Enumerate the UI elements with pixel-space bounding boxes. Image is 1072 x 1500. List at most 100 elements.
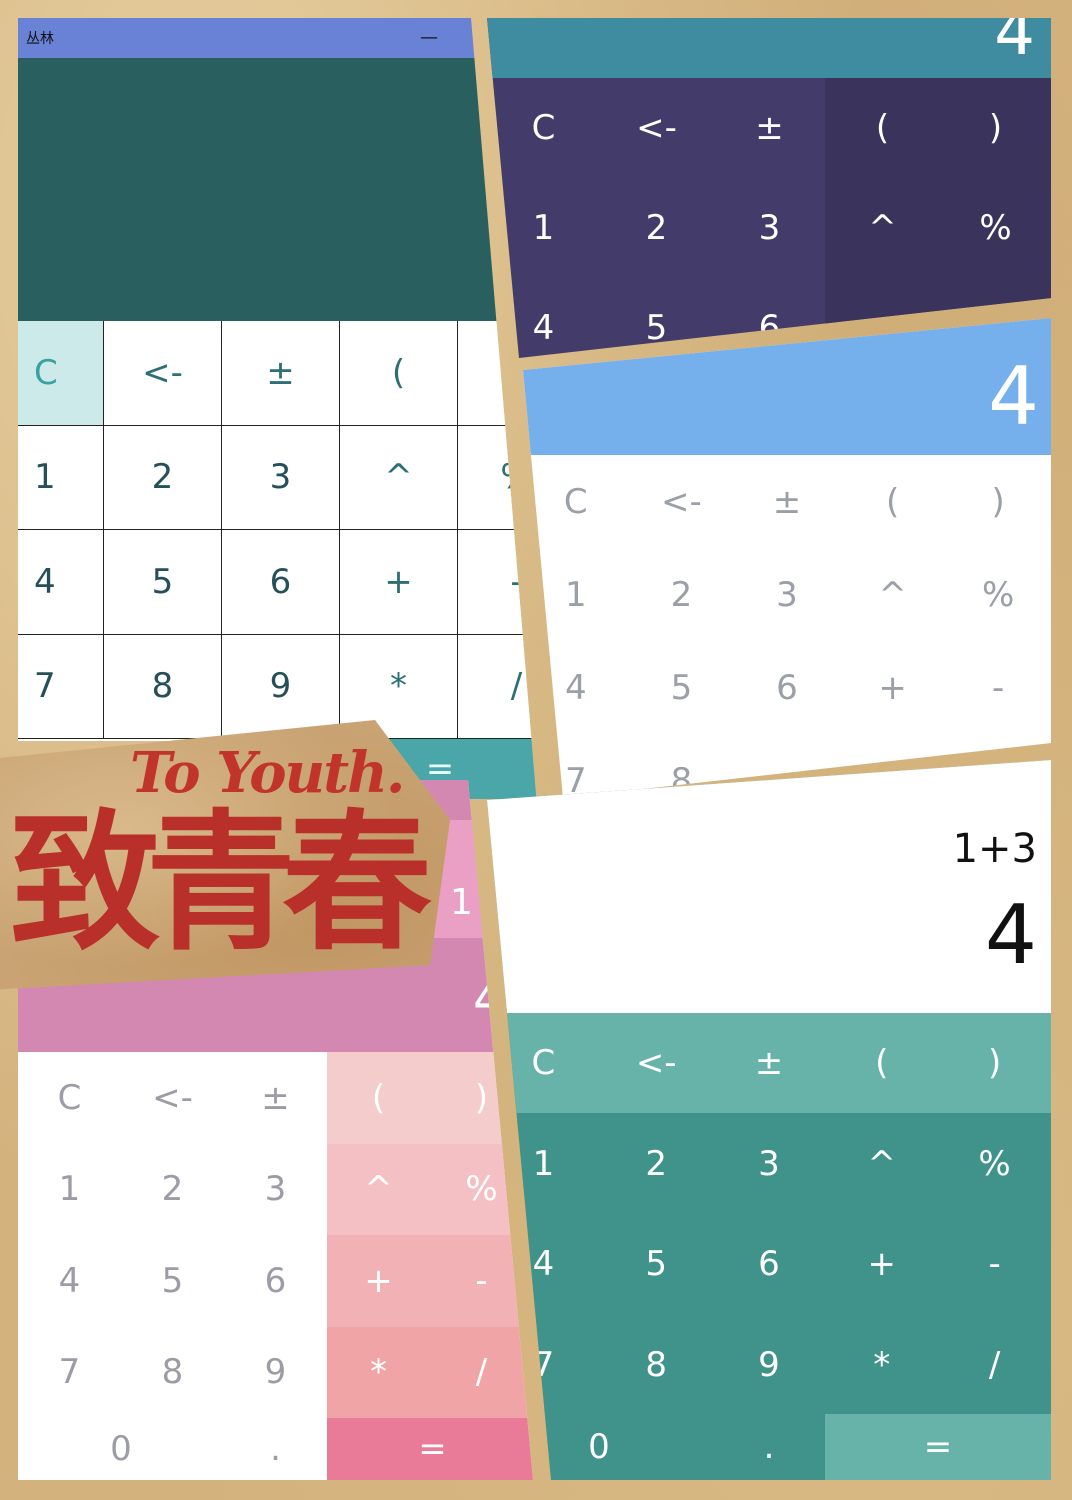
digit-1-button[interactable]: 1 — [18, 1144, 121, 1236]
backspace-button[interactable]: <- — [600, 1013, 713, 1114]
minus-button[interactable]: - — [938, 1214, 1051, 1315]
clear-button[interactable]: C — [18, 321, 104, 426]
digit-5-button[interactable]: 5 — [600, 1214, 713, 1315]
plus-button[interactable]: + — [327, 1235, 430, 1327]
open-paren-button[interactable]: ( — [340, 321, 458, 426]
digit-6-button[interactable]: 6 — [734, 641, 840, 734]
clear-button[interactable]: C — [523, 455, 629, 548]
power-button[interactable]: ^ — [327, 1144, 430, 1236]
key-label: ± — [261, 1077, 290, 1118]
digit-3-button[interactable]: 3 — [734, 548, 840, 641]
decimal-button[interactable]: . — [224, 1418, 327, 1480]
digit-0-button[interactable]: 0 — [18, 1418, 224, 1480]
equals-button[interactable]: = — [327, 1418, 533, 1480]
key-label: . — [270, 1429, 281, 1469]
negate-button[interactable]: ± — [222, 321, 340, 426]
clear-button[interactable]: C — [18, 1052, 121, 1144]
digit-2-button[interactable]: 2 — [121, 1144, 224, 1236]
backspace-button[interactable]: <- — [629, 455, 735, 548]
negate-button[interactable]: ± — [713, 1013, 826, 1114]
minus-button[interactable]: - — [430, 1235, 533, 1327]
percent-button[interactable]: % — [430, 1144, 533, 1236]
close-paren-button[interactable]: ) — [938, 1013, 1051, 1114]
power-button[interactable]: ^ — [825, 1114, 938, 1215]
digit-0-button[interactable]: 0 — [543, 1414, 655, 1480]
negate-button[interactable]: ± — [224, 1052, 327, 1144]
digit-4-button[interactable]: 4 — [18, 530, 104, 635]
digit-1-button[interactable]: 1 — [18, 425, 104, 530]
plus-button[interactable]: + — [825, 1214, 938, 1315]
digit-5-button[interactable]: 5 — [104, 530, 222, 635]
digit-2-button[interactable]: 2 — [629, 548, 735, 641]
digit-9-button[interactable]: 9 — [224, 1327, 327, 1419]
power-button[interactable]: ^ — [826, 178, 939, 278]
negate-button[interactable]: ± — [734, 455, 840, 548]
digit-3-button[interactable]: 3 — [713, 178, 826, 278]
digit-2-button[interactable]: 2 — [104, 425, 222, 530]
multiply-button[interactable]: * — [825, 1315, 938, 1416]
digit-2-button[interactable]: 2 — [600, 1114, 713, 1215]
negate-button[interactable]: ± — [713, 78, 826, 178]
percent-button[interactable]: % — [458, 425, 538, 530]
digit-5-button[interactable]: 5 — [629, 641, 735, 734]
divide-button[interactable]: / — [458, 634, 538, 739]
digit-9-button[interactable]: 9 — [222, 634, 340, 739]
digit-3-button[interactable]: 3 — [224, 1144, 327, 1236]
digit-8-button[interactable]: 8 — [104, 634, 222, 739]
digit-6-button[interactable]: 6 — [224, 1235, 327, 1327]
key-label: ( — [875, 1043, 889, 1084]
digit-3-button[interactable]: 3 — [713, 1114, 826, 1215]
decimal-button[interactable]: . — [713, 1414, 825, 1480]
digit-3-button[interactable]: 3 — [222, 425, 340, 530]
digit-4-button[interactable]: 4 — [487, 278, 600, 358]
digit-6-button[interactable]: 6 — [222, 530, 340, 635]
digit-8-button[interactable]: 8 — [121, 1327, 224, 1419]
digit-4-button[interactable]: 4 — [523, 641, 629, 734]
digit-8-button[interactable]: 8 — [600, 1315, 713, 1416]
digit-6-button[interactable]: 6 — [713, 1214, 826, 1315]
minus-button[interactable]: - — [458, 530, 538, 635]
digit-7-button[interactable]: 7 — [523, 734, 629, 799]
multiply-button[interactable]: * — [327, 1327, 430, 1419]
digit-4-button[interactable]: 4 — [18, 1235, 121, 1327]
key-label: 5 — [151, 561, 174, 602]
digit-5-button[interactable]: 5 — [600, 278, 713, 358]
close-paren-button[interactable]: ) — [939, 78, 1051, 178]
key-label: ( — [885, 481, 900, 522]
equals-button[interactable]: = — [825, 1414, 1051, 1480]
percent-button[interactable]: % — [939, 178, 1051, 278]
open-paren-button[interactable]: ( — [840, 455, 946, 548]
clear-button[interactable]: C — [487, 78, 600, 178]
key-label: % — [978, 1143, 1011, 1184]
digit-1-button[interactable]: 1 — [523, 548, 629, 641]
expression-display: 1+3 — [952, 826, 1037, 872]
key-label: 1 — [564, 574, 587, 615]
backspace-button[interactable]: <- — [600, 78, 713, 178]
digit-7-button[interactable]: 7 — [18, 1327, 121, 1419]
divide-button[interactable]: / — [430, 1327, 533, 1419]
key-label: / — [475, 1352, 488, 1393]
plus-button[interactable]: + — [840, 641, 946, 734]
close-paren-button[interactable]: ) — [945, 455, 1051, 548]
percent-button[interactable]: % — [938, 1114, 1051, 1215]
clear-button[interactable]: C — [487, 1013, 600, 1114]
divide-button[interactable]: / — [938, 1315, 1051, 1416]
digit-2-button[interactable]: 2 — [600, 178, 713, 278]
plus-button[interactable]: + — [340, 530, 458, 635]
backspace-button[interactable]: <- — [121, 1052, 224, 1144]
digit-7-button[interactable]: 7 — [18, 634, 104, 739]
digit-9-button[interactable]: 9 — [713, 1315, 826, 1416]
open-paren-button[interactable]: ( — [825, 1013, 938, 1114]
digit-5-button[interactable]: 5 — [121, 1235, 224, 1327]
backspace-button[interactable]: <- — [104, 321, 222, 426]
open-paren-button[interactable]: ( — [826, 78, 939, 178]
digit-1-button[interactable]: 1 — [487, 178, 600, 278]
power-button[interactable]: ^ — [340, 425, 458, 530]
open-paren-button[interactable]: ( — [327, 1052, 430, 1144]
power-button[interactable]: ^ — [840, 548, 946, 641]
minimize-button[interactable]: — — [414, 22, 444, 52]
key-label: 4 — [34, 561, 56, 602]
display-area: 1+3 4 — [487, 760, 1051, 1013]
percent-button[interactable]: % — [945, 548, 1051, 641]
minus-button[interactable]: - — [945, 641, 1051, 734]
